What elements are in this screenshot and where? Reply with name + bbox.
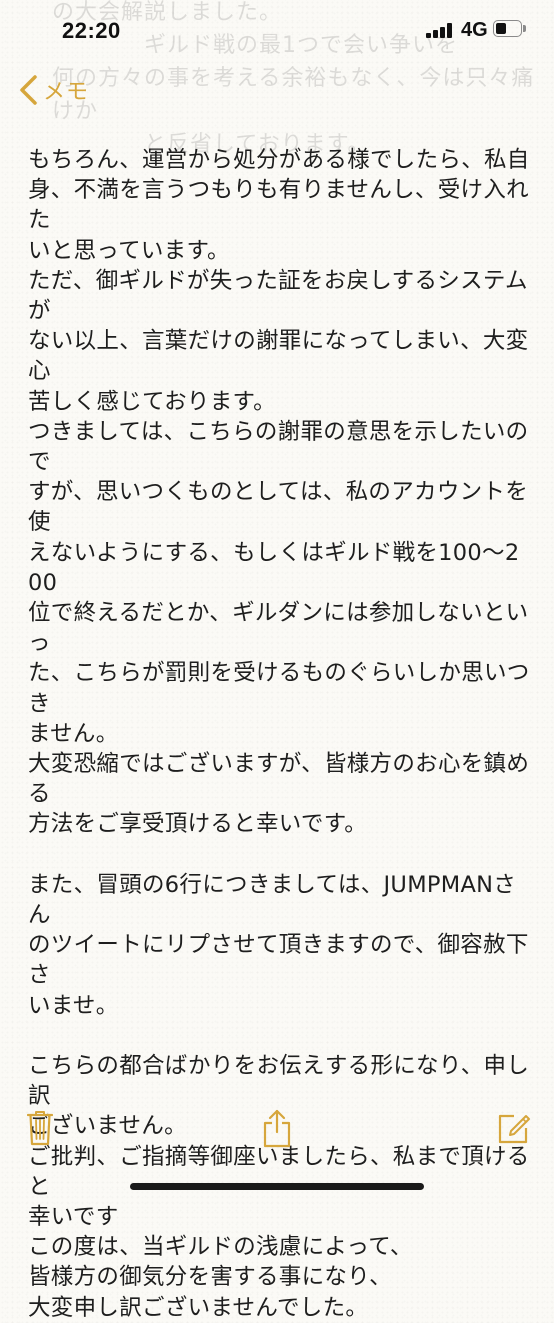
note-line: この度は、当ギルドの浅慮によって、 [28, 1234, 413, 1261]
status-bar: 22:20 4G [0, 0, 554, 62]
share-button[interactable] [255, 1106, 299, 1150]
bottom-toolbar [0, 1100, 554, 1160]
note-line: つきましては、こちらの謝罪の意思を示したいので [28, 418, 529, 476]
note-line: ない以上、言葉だけの謝罪になってしまい、大変心 [28, 328, 529, 385]
delete-button[interactable] [18, 1106, 62, 1150]
trash-icon [27, 1111, 53, 1146]
note-line: すが、思いつくものとしては、私のアカウントを使 [28, 479, 529, 536]
note-line: 方法をご享受頂けると幸いです。 [28, 811, 368, 838]
note-line: 苦しく感じております。 [28, 388, 276, 415]
status-time: 22:20 [62, 18, 121, 43]
network-label: 4G [461, 19, 488, 41]
compose-icon [498, 1114, 530, 1144]
note-line: いと思っています。 [28, 237, 230, 264]
note-line: もちろん、運営から処分がある様でしたら、私自 [28, 147, 530, 173]
back-button-label: メモ [43, 80, 90, 105]
note-line: いませ。 [28, 992, 119, 1019]
share-icon [263, 1109, 291, 1148]
note-line: 大変恐縮ではございますが、皆様方のお心を鎮める [28, 751, 530, 808]
note-line: ません。 [28, 720, 119, 747]
note-line [28, 1021, 533, 1051]
note-line [28, 840, 533, 870]
note-line: 位で終えるだとか、ギルダンには参加しないといっ [28, 600, 529, 657]
cellular-signal-icon [426, 22, 456, 38]
back-button[interactable]: メモ [18, 70, 89, 110]
chevron-left-icon [20, 75, 37, 105]
note-line: 皆様方の御気分を害する事になり、 [28, 1264, 392, 1291]
note-line: 大変申し訳ございませんでした。 [28, 1294, 369, 1321]
note-line: た、こちらが罰則を受けるものぐらいしか思いつき [28, 660, 530, 717]
compose-button[interactable] [492, 1106, 536, 1150]
home-indicator [130, 1183, 424, 1190]
note-line: 身、不満を言うつもりも有りませんし、受け入れた [28, 177, 529, 234]
note-line: 幸いです [28, 1204, 119, 1231]
note-line: また、冒頭の6行につきましては、JUMPMANさん [28, 871, 517, 929]
note-line: ただ、御ギルドが失った証をお戻しするシステムが [28, 267, 528, 325]
battery-icon [493, 20, 527, 39]
note-line: えないようにする、もしくはギルド戦を100〜200 [28, 539, 520, 596]
note-line: のツイートにリプさせて頂きますので、御容赦下さ [28, 932, 529, 989]
